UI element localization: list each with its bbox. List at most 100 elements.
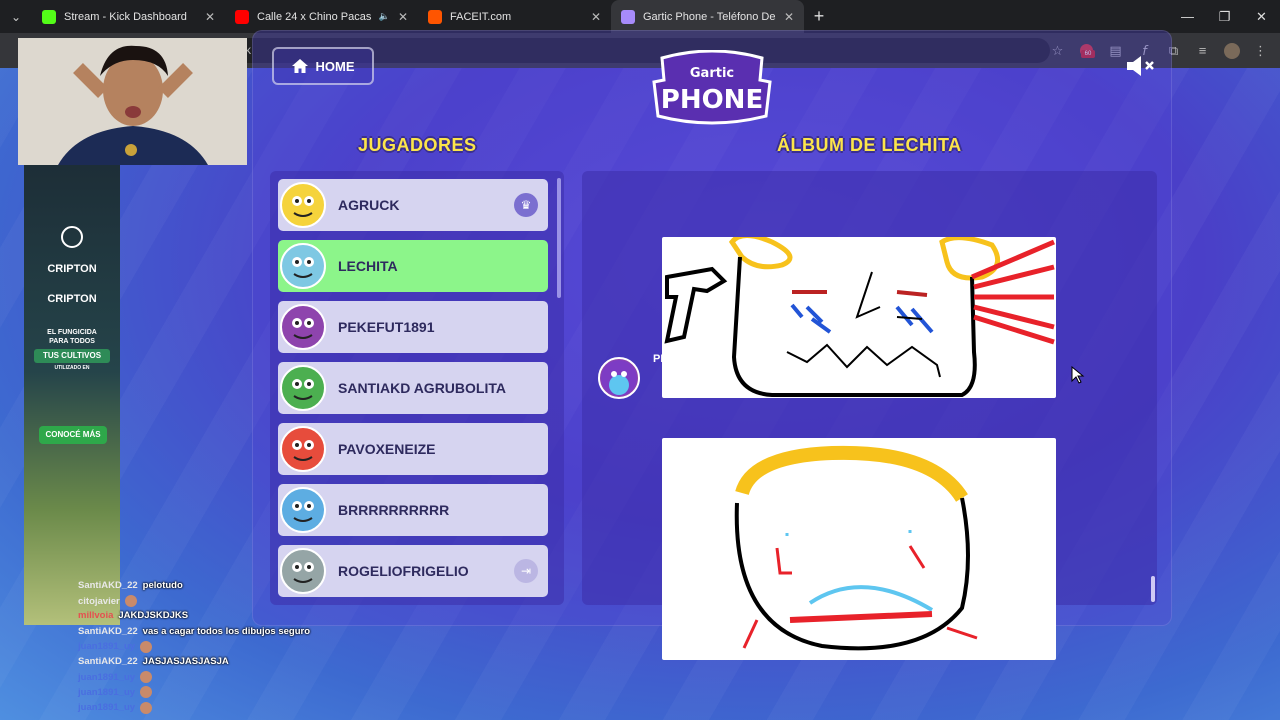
player-avatar xyxy=(280,182,326,228)
chat-username: SantiAKD_22 xyxy=(78,655,138,667)
banner-pill: TUS CULTIVOS xyxy=(34,349,110,363)
player-avatar xyxy=(280,304,326,350)
home-label: HOME xyxy=(315,58,355,74)
mouse-cursor-icon xyxy=(1071,365,1085,389)
browser-tab[interactable]: FACEIT.com ✕ xyxy=(418,0,611,33)
chat-username: citojavier xyxy=(78,595,120,607)
banner-tagline-2: PARA TODOS xyxy=(49,338,95,345)
tab-title: Calle 24 x Chino Pacas - Ap xyxy=(257,10,371,23)
player-name: PEKEFUT1891 xyxy=(338,319,435,335)
chat-text: JASJASJASJASJA xyxy=(142,655,229,667)
chat-message: juan1891_uy xyxy=(78,686,378,701)
chat-emote-icon xyxy=(140,701,153,714)
player-row[interactable]: SANTIAKD AGRUBOLITA xyxy=(278,362,548,414)
tab-title: Stream - Kick Dashboard xyxy=(64,10,187,23)
player-name: BRRRRRRRRRR xyxy=(338,502,450,518)
players-list: AGRUCK ♛ LECHITA PEKEFUT1891 SANTIAKD AGRUBO… xyxy=(270,171,564,605)
album-entry-author: PEKEFUT1891 xyxy=(653,353,729,365)
banner-brand: CRIPTON xyxy=(47,263,97,275)
speaker-muted-icon xyxy=(1127,56,1154,76)
chat-message: juan1891_uy xyxy=(78,640,378,656)
logo-bottom: PHONE xyxy=(661,85,763,115)
album-scrollbar[interactable] xyxy=(1151,576,1155,602)
browser-tab[interactable]: Gartic Phone - Teléfono Descon ✕ xyxy=(611,0,804,33)
album-drawing xyxy=(662,233,1056,398)
chat-message: SantiAKD_22 JASJASJASJASJA xyxy=(78,656,378,671)
banner-cta-button[interactable]: CONOCÉ MÁS xyxy=(39,426,107,444)
home-icon xyxy=(291,59,308,73)
player-name: LECHITA xyxy=(338,258,398,274)
album-heading: ÁLBUM DE LECHITA xyxy=(777,135,962,155)
close-tab-icon[interactable]: ✕ xyxy=(784,10,794,24)
webcam-overlay xyxy=(18,38,247,165)
sponsor-banner[interactable]: CRIPTON CRIPTON EL FUNGICIDA PARA TODOS … xyxy=(24,165,120,625)
album-drawing xyxy=(662,438,1056,660)
exit-icon[interactable]: ⇥ xyxy=(514,559,538,583)
chat-message: SantiAKD_22 vas a cagar todos los dibujos… xyxy=(78,626,378,641)
players-heading: JUGADORES xyxy=(358,135,477,155)
close-tab-icon[interactable]: ✕ xyxy=(205,10,215,24)
chat-message: citojavier xyxy=(78,595,378,610)
chat-text: JAKDJSKDJKS xyxy=(118,610,189,622)
media-control-icon[interactable]: ≡ xyxy=(1193,41,1212,60)
gartic-phone-logo: Gartic PHONE xyxy=(648,49,776,126)
chat-username: juan1891_uy xyxy=(78,702,136,714)
tab-title: Gartic Phone - Teléfono Descon xyxy=(643,10,776,23)
home-button[interactable]: HOME xyxy=(272,47,374,85)
player-row[interactable]: BRRRRRRRRRR xyxy=(278,484,548,536)
tab-search-icon[interactable]: ⌄ xyxy=(0,0,32,33)
player-avatar xyxy=(280,487,326,533)
author-avatar xyxy=(598,357,640,399)
chat-username: juan1891_uy xyxy=(78,671,136,683)
player-name: PAVOXENEIZE xyxy=(338,441,436,457)
window-controls: — ❐ ✕ xyxy=(1169,0,1280,33)
browser-tab[interactable]: Calle 24 x Chino Pacas - Ap 🔈 ✕ xyxy=(225,0,418,33)
cross-logo-icon xyxy=(61,226,83,248)
chat-message: juan1891_uy xyxy=(78,701,378,717)
browser-tab-bar: ⌄ Stream - Kick Dashboard ✕ Calle 24 x Chi… xyxy=(0,0,1280,33)
new-tab-button[interactable]: + xyxy=(804,6,834,27)
chat-message: SantiAKD_22 pelotudo xyxy=(78,580,378,595)
chat-username: SantiAKD_22 xyxy=(78,580,138,591)
youtube-logo-icon xyxy=(235,9,249,24)
player-name: ROGELIOFRIGELIO xyxy=(338,563,469,579)
browser-tab[interactable]: Stream - Kick Dashboard ✕ xyxy=(32,0,225,33)
chat-username: juan1891_uy xyxy=(78,686,136,698)
chat-username: millvoia xyxy=(78,610,114,622)
player-avatar xyxy=(280,243,326,289)
kick-logo-icon xyxy=(42,9,56,24)
tab-audio-icon[interactable]: 🔈 xyxy=(379,11,390,22)
player-avatar xyxy=(280,426,326,472)
banner-brand-2: CRIPTON xyxy=(47,293,97,305)
chat-emote-icon xyxy=(140,640,153,653)
banner-small: UTILIZADO EN xyxy=(54,365,90,371)
player-avatar xyxy=(280,365,326,411)
player-name: AGRUCK xyxy=(338,197,400,213)
player-row[interactable]: AGRUCK ♛ xyxy=(278,179,548,231)
close-tab-icon[interactable]: ✕ xyxy=(398,10,408,24)
restore-icon[interactable]: ❐ xyxy=(1206,0,1243,33)
tab-title: FACEIT.com xyxy=(450,10,512,23)
player-row[interactable]: LECHITA xyxy=(278,240,548,292)
banner-tagline-1: EL FUNGICIDA xyxy=(47,329,97,336)
chat-message: millvoia JAKDJSKDJKS xyxy=(78,610,378,625)
chat-text: vas a cagar todos los dibujos seguro xyxy=(142,625,311,637)
chat-emote-icon xyxy=(140,671,153,684)
players-scrollbar[interactable] xyxy=(557,178,561,298)
chat-emote-icon xyxy=(140,686,153,699)
player-row[interactable]: PAVOXENEIZE xyxy=(278,423,548,475)
player-row[interactable]: PEKEFUT1891 xyxy=(278,301,548,353)
gartic-logo-icon xyxy=(621,9,635,24)
faceit-logo-icon xyxy=(428,9,442,24)
chat-message: juan1891_uy xyxy=(78,671,378,686)
close-tab-icon[interactable]: ✕ xyxy=(591,10,601,24)
logo-top: Gartic xyxy=(690,66,734,81)
chat-username: juan1891_uy xyxy=(78,641,136,653)
crown-icon: ♛ xyxy=(514,193,538,217)
menu-kebab-icon[interactable]: ⋮ xyxy=(1251,41,1270,60)
minimize-icon[interactable]: — xyxy=(1169,0,1206,33)
mute-toggle[interactable] xyxy=(1125,54,1159,78)
chat-overlay: SantiAKD_22 pelotudo citojavier millvoia JAK… xyxy=(78,580,378,717)
profile-avatar[interactable] xyxy=(1222,41,1241,60)
close-window-icon[interactable]: ✕ xyxy=(1243,0,1280,33)
